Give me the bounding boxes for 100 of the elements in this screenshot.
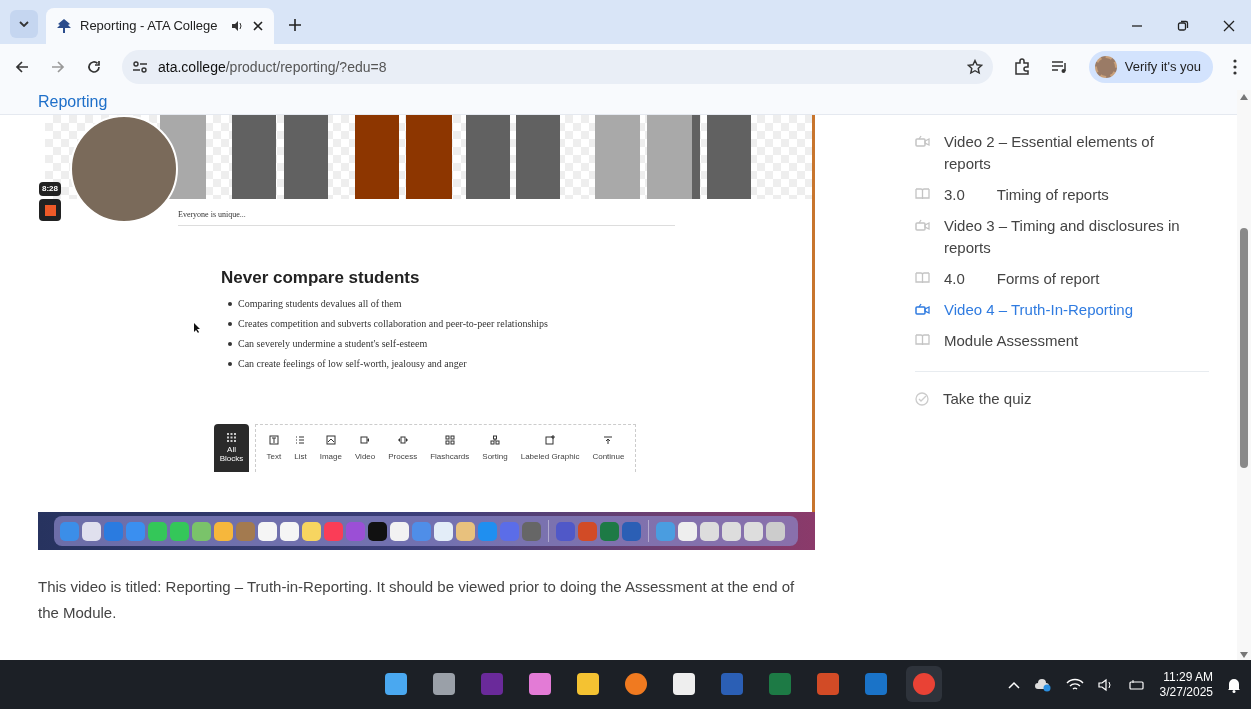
dock-app-icon[interactable] (766, 521, 785, 541)
close-icon[interactable] (1223, 20, 1235, 32)
dock-app-icon[interactable] (170, 521, 189, 541)
block-button[interactable]: Video (354, 434, 376, 463)
dock-app-icon[interactable] (744, 521, 763, 541)
media-queue-icon[interactable] (1050, 59, 1069, 75)
volume-icon[interactable] (1097, 677, 1114, 692)
lesson-item[interactable]: Video 3 – Timing and disclosures in reports (915, 215, 1185, 259)
lesson-item[interactable]: Video 2 – Essential elements of reports (915, 131, 1185, 175)
new-tab-icon[interactable] (288, 18, 302, 32)
lesson-item[interactable]: Module Assessment (915, 330, 1185, 352)
tab-title: Reporting - ATA College (80, 17, 219, 36)
dock-app-icon[interactable] (390, 521, 409, 541)
address-bar[interactable]: ata.college/product/reporting/?edu=8 (122, 50, 993, 84)
dock-app-icon[interactable] (214, 521, 233, 541)
dock-app-icon[interactable] (82, 521, 101, 541)
bell-icon[interactable] (1227, 676, 1241, 693)
caption-text: Everyone is unique... (178, 209, 246, 221)
battery-icon[interactable] (1127, 677, 1146, 692)
forward-icon[interactable] (50, 59, 66, 75)
chevron-down-icon (19, 21, 29, 27)
stop-icon (44, 204, 56, 216)
block-button[interactable]: Image (319, 434, 342, 463)
stop-button[interactable] (39, 199, 61, 221)
bullet-icon (228, 321, 232, 326)
chevron-up-icon[interactable] (1007, 680, 1020, 689)
block-icon (295, 434, 306, 445)
scrollbar[interactable] (1237, 90, 1251, 660)
book-icon (915, 272, 930, 284)
block-icon (545, 434, 556, 445)
dock-app-icon[interactable] (722, 521, 741, 541)
lesson-item[interactable]: 3.0 Timing of reports (915, 184, 1185, 206)
scroll-down-icon[interactable] (1240, 652, 1248, 658)
bullet-icon (228, 301, 232, 306)
block-icon (360, 434, 371, 445)
restore-icon[interactable] (1177, 20, 1189, 32)
page-title: Reporting (38, 92, 108, 112)
video-camera-icon (915, 303, 930, 315)
dock-app-icon[interactable] (258, 521, 277, 541)
scroll-thumb[interactable] (1240, 228, 1248, 468)
block-icon (397, 434, 408, 445)
dock-app-icon[interactable] (368, 521, 387, 541)
book-icon (915, 188, 930, 200)
video-camera-icon (915, 219, 930, 231)
timer-badge: 8:28 (39, 182, 61, 196)
description-text: This video is titled: Reporting – Truth-in-Reporting. It should be viewed prior to doing the Assessment at the end of the Module. (38, 577, 796, 623)
block-icon (325, 434, 336, 445)
block-button[interactable]: Sorting (482, 434, 508, 463)
dock-app-icon[interactable] (434, 521, 453, 541)
back-icon[interactable] (14, 59, 30, 75)
dock-app-icon[interactable] (192, 521, 211, 541)
dock-app-icon[interactable] (700, 521, 719, 541)
wifi-icon[interactable] (1065, 677, 1084, 692)
reload-icon[interactable] (86, 59, 102, 75)
slide-heading: Never compare students (221, 267, 420, 289)
bullet-text: Can create feelings of low self-worth, jealousy and anger (228, 356, 548, 371)
site-settings-icon[interactable] (132, 59, 148, 75)
close-icon[interactable] (252, 20, 264, 32)
block-icon (444, 434, 455, 445)
menu-icon[interactable] (1233, 59, 1237, 75)
check-circle-icon (915, 392, 929, 407)
avatar-icon (1094, 56, 1117, 78)
cloud-icon[interactable] (1033, 677, 1052, 692)
block-button[interactable]: Labeled Graphic (520, 434, 580, 463)
clock[interactable]: 11:29 AM 3/27/2025 (1159, 669, 1213, 700)
grid-icon (227, 433, 236, 442)
bullet-text: Creates competition and subverts collaboration and peer-to-peer relationships (228, 316, 548, 331)
book-icon (915, 334, 930, 346)
cursor-icon (194, 323, 201, 333)
dock-app-icon[interactable] (302, 521, 321, 541)
star-icon[interactable] (966, 59, 983, 75)
block-icon (490, 434, 500, 445)
block-button[interactable]: Flashcards (430, 434, 470, 463)
dock-app-icon[interactable] (280, 521, 299, 541)
lesson-item[interactable]: Video 4 – Truth-In-Reporting (915, 299, 1185, 321)
all-blocks-button[interactable]: All Blocks (214, 424, 249, 472)
block-button[interactable]: Text (266, 434, 282, 463)
dock-app-icon[interactable] (678, 521, 697, 541)
dock-app-icon[interactable] (456, 521, 475, 541)
url-text: ata.college/product/reporting/?edu=8 (158, 57, 388, 77)
profile-button[interactable]: Verify it's you (1088, 51, 1213, 83)
bullet-icon (228, 361, 232, 366)
block-icon (268, 434, 279, 445)
speaker-icon[interactable] (230, 19, 244, 33)
video-camera-icon (915, 135, 930, 147)
bullet-icon (228, 341, 232, 346)
block-button[interactable]: List (294, 434, 307, 463)
block-icon (603, 434, 614, 445)
lesson-item[interactable]: 4.0 Forms of report (915, 268, 1185, 290)
block-button[interactable]: Continue (592, 434, 625, 463)
tab-search-button[interactable] (10, 10, 38, 38)
browser-tab[interactable]: Reporting - ATA College (46, 8, 274, 44)
block-button[interactable]: Process (388, 434, 418, 463)
scroll-up-icon[interactable] (1240, 94, 1248, 100)
bullet-text: Can severely undermine a student's self-esteem (228, 336, 548, 351)
extensions-icon[interactable] (1012, 58, 1031, 76)
quiz-link[interactable]: Take the quiz (915, 388, 1209, 411)
tree-logo-icon (56, 18, 72, 34)
bullet-text: Comparing students devalues all of them (228, 296, 548, 311)
dock-app-icon[interactable] (148, 521, 167, 541)
